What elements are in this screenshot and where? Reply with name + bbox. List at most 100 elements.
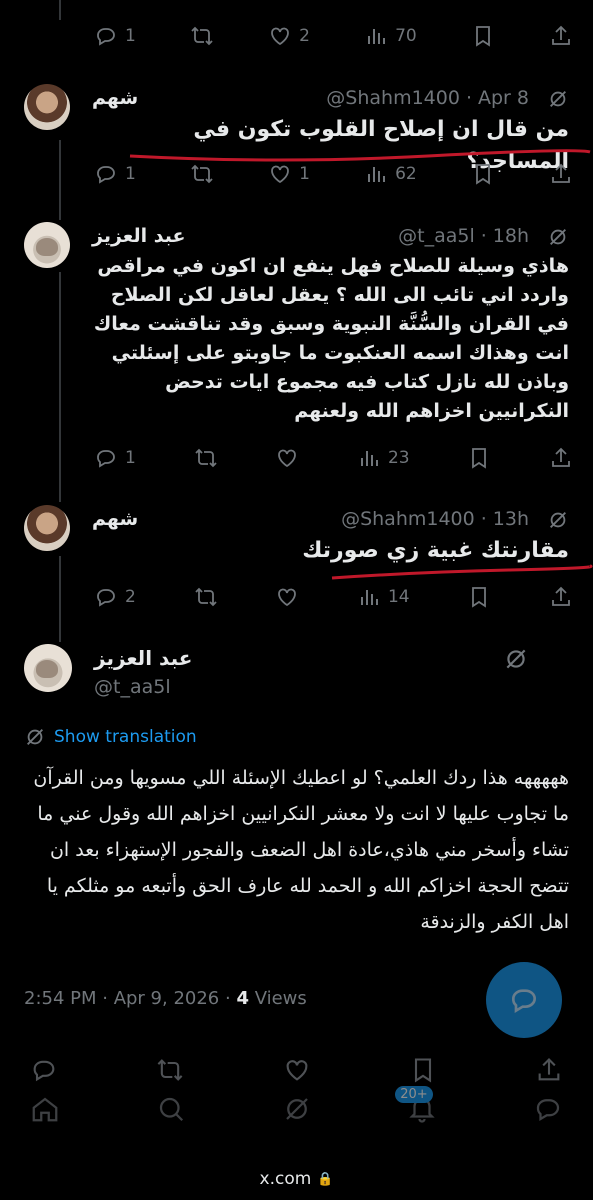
bookmark-button[interactable]: [471, 24, 495, 48]
reply-count: 1: [125, 26, 136, 46]
retweet-button[interactable]: [190, 162, 214, 186]
reply-count: 1: [125, 164, 136, 184]
share-icon: [552, 163, 570, 183]
author-handle[interactable]: @Shahm1400: [341, 508, 475, 530]
reply-button[interactable]: 1: [94, 24, 136, 48]
share-button[interactable]: [549, 585, 573, 609]
timestamp[interactable]: 2:54 PM · Apr 9, 2026 ·: [24, 988, 236, 1009]
reply-button[interactable]: 2: [94, 585, 136, 609]
author-name[interactable]: عبد العزيز: [92, 225, 185, 247]
share-button[interactable]: [549, 446, 573, 470]
like-button[interactable]: [275, 585, 299, 609]
avatar[interactable]: [24, 84, 70, 130]
grok-icon[interactable]: [547, 88, 569, 110]
grok-icon[interactable]: [547, 509, 569, 531]
bookmark-button[interactable]: [467, 446, 491, 470]
retweet-icon[interactable]: [156, 1056, 184, 1084]
heart-icon: [278, 588, 297, 607]
share-icon[interactable]: [535, 1056, 563, 1084]
avatar[interactable]: [24, 222, 70, 268]
retweet-icon: [191, 26, 213, 46]
views-button[interactable]: 14: [357, 585, 410, 609]
views-count: 4: [236, 988, 249, 1009]
heart-icon: [271, 27, 290, 46]
views-count: 62: [395, 164, 417, 184]
views-icon: [360, 590, 378, 605]
author-handle[interactable]: @Shahm1400: [326, 87, 460, 109]
retweet-icon: [194, 587, 217, 607]
tweet-actions: 1 1 62: [94, 160, 573, 188]
retweet-button[interactable]: [194, 446, 218, 470]
tweet-header: @Shahm1400 · 13h: [341, 506, 529, 532]
author-name[interactable]: شهم: [92, 87, 138, 109]
share-icon: [552, 586, 570, 606]
grok-icon[interactable]: [282, 1094, 312, 1124]
retweet-button[interactable]: [194, 585, 218, 609]
tweet-header: @t_aa5l · 18h: [398, 223, 529, 249]
timestamp[interactable]: 13h: [493, 508, 529, 530]
bottom-nav: 20+: [30, 1086, 563, 1124]
avatar[interactable]: [24, 505, 70, 551]
tweet-meta: 2:54 PM · Apr 9, 2026 · 4 Views: [24, 988, 307, 1009]
home-icon[interactable]: [30, 1094, 60, 1124]
reply-button[interactable]: 1: [94, 162, 136, 186]
main-tweet-actions: [30, 1056, 563, 1084]
red-underline: [331, 564, 593, 580]
views-button[interactable]: 70: [364, 24, 417, 48]
messages-icon[interactable]: [533, 1094, 563, 1124]
views-icon: [360, 451, 378, 466]
grok-icon[interactable]: [547, 226, 569, 248]
notification-badge: 20+: [395, 1086, 433, 1103]
reply-icon: [97, 166, 115, 184]
separator: ·: [480, 508, 487, 530]
bookmark-icon: [472, 448, 487, 469]
reply-count: 2: [125, 587, 136, 607]
avatar[interactable]: [24, 644, 72, 692]
share-button[interactable]: [549, 162, 573, 186]
author-handle[interactable]: @t_aa5l: [94, 676, 171, 698]
bookmark-button[interactable]: [471, 162, 495, 186]
like-button[interactable]: [275, 446, 299, 470]
heart-icon: [271, 165, 290, 184]
views-button[interactable]: 62: [364, 162, 417, 186]
separator: ·: [480, 225, 487, 247]
timestamp[interactable]: 18h: [493, 225, 529, 247]
author-name[interactable]: شهم: [92, 508, 138, 530]
show-translation-link[interactable]: Show translation: [24, 726, 197, 748]
reply-count: 1: [125, 448, 136, 468]
browser-url-bar[interactable]: x.com 🔒: [0, 1158, 593, 1200]
author-handle[interactable]: @t_aa5l: [398, 225, 475, 247]
share-button[interactable]: [549, 24, 573, 48]
views-count: 70: [395, 26, 417, 46]
bookmark-icon: [475, 26, 490, 47]
views-button[interactable]: 23: [357, 446, 410, 470]
url-text: x.com: [259, 1169, 312, 1189]
heart-icon: [278, 449, 297, 468]
tweet-actions: 1 2 70: [94, 22, 573, 50]
heart-icon[interactable]: [283, 1056, 311, 1084]
search-icon[interactable]: [156, 1094, 186, 1124]
translate-icon: [27, 729, 43, 745]
author-name[interactable]: عبد العزيز: [94, 646, 192, 670]
bookmark-icon[interactable]: [409, 1056, 437, 1084]
reply-icon[interactable]: [30, 1056, 58, 1084]
tweet[interactable]: @t_aa5l · 18h عبد العزيز هاذي وسيلة للصل…: [0, 222, 593, 482]
tweet-actions: 2 14: [94, 583, 573, 611]
like-button[interactable]: 2: [268, 24, 310, 48]
like-button[interactable]: 1: [268, 162, 310, 186]
views-count: 23: [387, 448, 410, 468]
reply-button[interactable]: 1: [94, 446, 136, 470]
retweet-icon: [194, 448, 217, 468]
tweet-text: هاذي وسيلة للصلاح فهل ينفع ان اكون في مر…: [93, 255, 569, 422]
show-translation-label: Show translation: [54, 727, 197, 747]
retweet-icon: [191, 164, 213, 184]
bookmark-icon: [475, 164, 490, 185]
timestamp[interactable]: Apr 8: [478, 87, 529, 109]
notifications-tab[interactable]: 20+: [395, 1086, 437, 1124]
retweet-button[interactable]: [190, 24, 214, 48]
reply-icon: [97, 450, 115, 468]
thread-line: [59, 0, 61, 20]
grok-icon[interactable]: [503, 646, 529, 672]
bookmark-button[interactable]: [467, 585, 491, 609]
compose-reply-button[interactable]: [486, 962, 562, 1038]
